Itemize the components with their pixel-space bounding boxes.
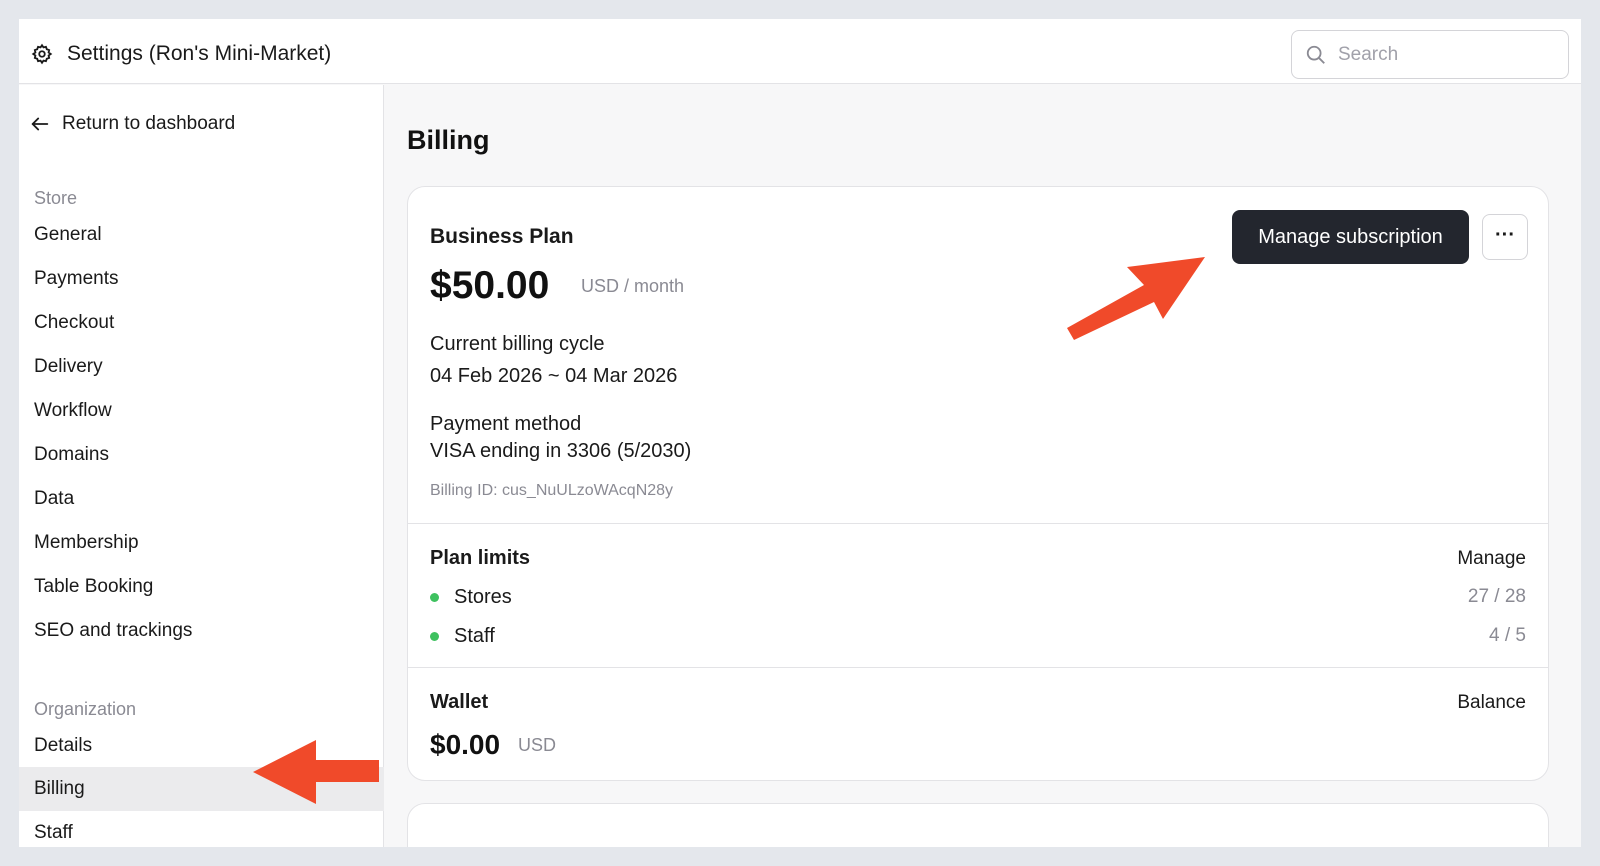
sidebar-item-checkout[interactable]: Checkout [19,301,384,345]
top-bar: Settings (Ron's Mini-Market) [19,19,1581,84]
next-card [407,803,1549,847]
limit-name: Stores [454,586,512,608]
annotation-arrow-to-manage-button [1067,257,1205,340]
billing-id: Billing ID: cus_NuULzoWAcqN28y [430,482,674,499]
annotation-arrow-to-billing-item [253,740,379,804]
sidebar-item-domains[interactable]: Domains [19,433,384,477]
sidebar-item-workflow[interactable]: Workflow [19,389,384,433]
plan-limits-title: Plan limits [430,547,531,569]
section-divider [408,523,1548,524]
wallet-title: Wallet [430,691,489,713]
main-content: Billing Business Plan $50.00 USD / month… [385,85,1581,847]
search-icon [1306,45,1325,64]
search-box[interactable] [1291,30,1569,79]
sidebar-item-delivery[interactable]: Delivery [19,345,384,389]
limit-count: 27 / 28 [1467,586,1526,607]
limit-row-stores: Stores 27 / 28 [430,586,1526,610]
settings-window: Settings (Ron's Mini-Market) Return to d… [19,19,1581,847]
wallet-currency: USD [518,735,557,755]
limit-name: Staff [454,625,495,647]
return-label: Return to dashboard [62,113,236,134]
sidebar-item-data[interactable]: Data [19,477,384,521]
manage-subscription-button[interactable]: Manage subscription [1232,210,1469,264]
plan-price: $50.00 [430,264,550,307]
wallet-balance-label: Balance [1457,692,1526,713]
manage-limits-link[interactable]: Manage [1457,548,1526,570]
status-dot [430,632,439,641]
section-divider [408,667,1548,668]
limit-row-staff: Staff 4 / 5 [430,625,1526,649]
sidebar-item-staff[interactable]: Staff [19,811,384,847]
organization-section-heading: Organization [34,699,137,719]
billing-cycle-value: 04 Feb 2026 ~ 04 Mar 2026 [430,365,678,387]
gear-icon [31,43,53,65]
sidebar-item-membership[interactable]: Membership [19,521,384,565]
plan-price-unit: USD / month [581,276,685,296]
sidebar-item-seo-and-trackings[interactable]: SEO and trackings [19,609,384,653]
billing-card: Business Plan $50.00 USD / month Current… [407,186,1549,781]
status-dot [430,593,439,602]
sidebar: Return to dashboard Store General Paymen… [19,85,384,847]
arrow-left-icon [31,117,49,131]
billing-cycle-label: Current billing cycle [430,333,605,355]
more-options-button[interactable]: ··· [1482,214,1528,260]
search-input[interactable] [1338,39,1558,71]
page-title: Billing [407,125,490,155]
wallet-amount: $0.00 [430,729,501,760]
sidebar-item-payments[interactable]: Payments [19,257,384,301]
plan-name: Business Plan [430,225,574,248]
sidebar-item-table-booking[interactable]: Table Booking [19,565,384,609]
page-header-title: Settings (Ron's Mini-Market) [67,42,332,65]
sidebar-item-general[interactable]: General [19,213,384,257]
limit-count: 4 / 5 [1489,625,1526,646]
payment-method-value: VISA ending in 3306 (5/2030) [430,440,692,462]
return-to-dashboard-link[interactable]: Return to dashboard [29,108,235,140]
store-section-heading: Store [34,188,78,208]
payment-method-label: Payment method [430,413,582,435]
